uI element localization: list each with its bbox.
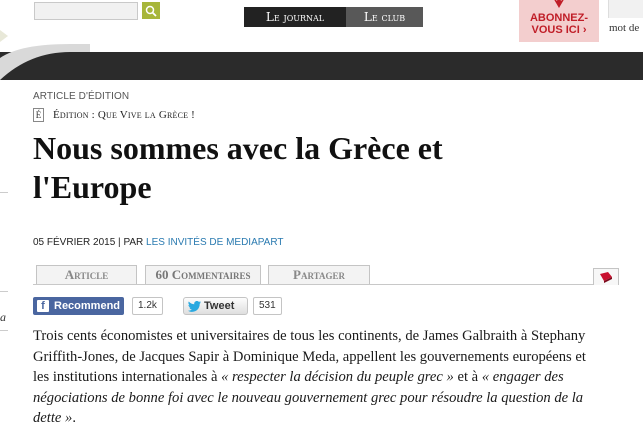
nav-tab-journal[interactable]: Le journal: [244, 7, 346, 27]
article-type-label: ARTICLE D'ÉDITION: [33, 91, 130, 102]
facebook-recommend-label: Recommend: [54, 300, 121, 312]
subscribe-button[interactable]: ABONNEZ- VOUS ICI ›: [519, 0, 599, 42]
body-text-3: .: [72, 410, 76, 426]
gutter-line: [0, 192, 8, 193]
tab-share[interactable]: Partager: [268, 265, 370, 284]
body-text-2: et à: [453, 369, 482, 385]
facebook-count: 1.2k: [132, 297, 163, 315]
facebook-recommend-button[interactable]: f Recommend: [33, 297, 124, 315]
search-input[interactable]: [34, 2, 138, 20]
tab-comments[interactable]: 60 Commentaires: [145, 265, 261, 284]
body-quote-1: « respecter la décision du peuple grec »: [221, 369, 454, 385]
edition-link[interactable]: Édition : Que Vive la Grèce !: [53, 109, 195, 121]
search-icon: [145, 5, 157, 17]
header-dark-band: [0, 52, 643, 80]
gutter-line: [0, 330, 8, 331]
search-button[interactable]: [142, 2, 160, 19]
twitter-bird-icon: [188, 300, 201, 312]
star-burst-icon: [554, 0, 564, 8]
tweet-button[interactable]: Tweet: [183, 297, 248, 315]
tab-article[interactable]: Article: [36, 265, 137, 284]
clip-icon: [600, 272, 612, 283]
author-link[interactable]: LES INVITÉS DE MEDIAPART: [146, 237, 283, 248]
tweet-label: Tweet: [204, 300, 235, 312]
byline: 05 FÉVRIER 2015 | PAR LES INVITÉS DE MED…: [33, 237, 284, 248]
article-title: Nous sommes avec la Grèce et l'Europe: [33, 130, 443, 205]
byline-prefix: PAR: [123, 237, 144, 248]
facebook-icon: f: [37, 300, 49, 312]
clip-button[interactable]: [593, 268, 619, 285]
left-column-fragment: a: [0, 310, 6, 324]
header-right-text: mot de: [609, 22, 640, 34]
gutter-line: [0, 291, 8, 292]
header-right-panel: [608, 0, 643, 18]
nav-tab-club[interactable]: Le club: [346, 7, 423, 27]
tweet-count: 531: [253, 297, 282, 315]
edition-icon: É: [33, 108, 44, 122]
article-body: Trois cents économistes et universitaire…: [33, 326, 603, 429]
article-date: 05 FÉVRIER 2015: [33, 237, 116, 248]
subscribe-line2: VOUS ICI ›: [531, 24, 587, 36]
tabs-baseline: [33, 284, 619, 285]
